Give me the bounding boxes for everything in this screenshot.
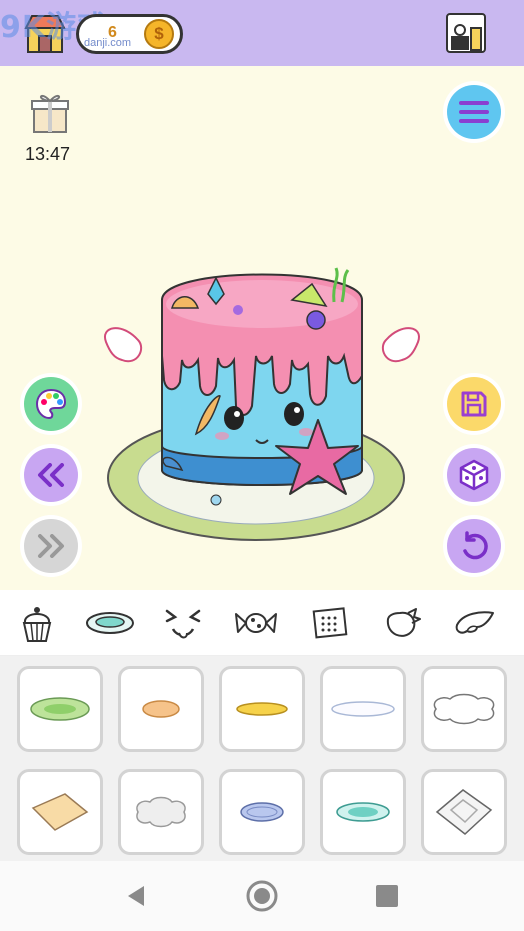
save-button[interactable]: [447, 377, 501, 431]
left-eye: [224, 406, 244, 430]
system-nav-bar: [0, 861, 524, 931]
category-plate[interactable]: [86, 600, 134, 646]
cracker-icon: [312, 607, 348, 639]
category-cracker[interactable]: [305, 600, 353, 646]
dice-icon: [459, 459, 489, 491]
kitchen-icon[interactable]: [443, 10, 489, 56]
watermark-url: danji.com: [84, 37, 132, 49]
face-icon: [165, 609, 201, 639]
item-grey-cloud-plate[interactable]: [118, 769, 204, 855]
menu-icon: [459, 101, 489, 123]
fast-forward-button[interactable]: [24, 519, 78, 573]
right-wing: [381, 327, 420, 363]
rewind-icon: [38, 463, 64, 487]
timer: 13:47: [25, 144, 71, 164]
home-icon[interactable]: [245, 879, 279, 913]
gift-icon[interactable]: [30, 90, 70, 134]
menu-button[interactable]: [447, 85, 501, 139]
item-lace-napkin[interactable]: [421, 769, 507, 855]
top-bar: 9K游戏 6 danji.com $: [0, 0, 524, 66]
cupcake-icon: [22, 607, 52, 642]
category-candy[interactable]: [232, 600, 280, 646]
random-button[interactable]: [447, 448, 501, 502]
coin-icon: $: [144, 19, 174, 49]
item-blue-plate[interactable]: [219, 769, 305, 855]
item-cloud-plate[interactable]: [421, 666, 507, 752]
undo-button[interactable]: [447, 519, 501, 573]
palette-icon: [35, 388, 67, 420]
strawberry-icon: [386, 608, 421, 637]
plate-icon: [86, 612, 134, 634]
item-gold-plate[interactable]: [219, 666, 305, 752]
item-grid: [0, 656, 524, 861]
category-strawberry[interactable]: [378, 600, 426, 646]
category-cupcake[interactable]: [13, 600, 61, 646]
palette-button[interactable]: [24, 377, 78, 431]
cake-artwork: [104, 267, 420, 541]
fast-forward-icon: [38, 534, 64, 558]
candy-icon: [235, 613, 277, 633]
item-green-plate[interactable]: [17, 666, 103, 752]
item-tan-napkin[interactable]: [17, 769, 103, 855]
save-icon: [461, 391, 487, 417]
back-icon[interactable]: [124, 884, 148, 908]
item-teal-plate[interactable]: [320, 769, 406, 855]
recents-icon[interactable]: [376, 885, 398, 907]
left-wing: [104, 327, 143, 363]
item-white-plate[interactable]: [320, 666, 406, 752]
item-orange-plate[interactable]: [118, 666, 204, 752]
right-eye: [284, 402, 304, 426]
rewind-button[interactable]: [24, 448, 78, 502]
category-face[interactable]: [159, 600, 207, 646]
wing-icon: [455, 611, 494, 634]
category-bar: [0, 590, 524, 656]
category-wing[interactable]: [451, 600, 499, 646]
undo-icon: [463, 531, 488, 560]
